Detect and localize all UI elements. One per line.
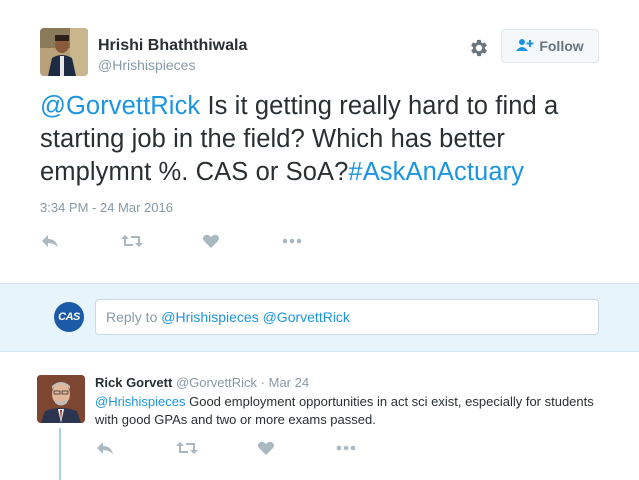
reply-text: @Hrishispieces Good employment opportuni… [95,393,615,429]
reply-date[interactable]: Mar 24 [269,375,309,390]
reply-more-icon[interactable] [335,440,356,456]
reply-retweet-icon[interactable] [176,440,198,456]
reply-input[interactable]: Reply to @Hrishispieces @GorvettRick [95,299,599,335]
gear-icon[interactable] [468,37,490,59]
more-icon[interactable] [281,233,302,249]
retweet-icon[interactable] [121,233,143,249]
follow-user-icon [516,38,534,55]
reply-like-icon[interactable] [257,440,277,456]
reply-separator: · [257,375,269,390]
author-avatar[interactable] [40,28,88,76]
follow-label: Follow [539,38,584,54]
reply-author-handle[interactable]: @GorvettRick [176,375,257,390]
follow-button[interactable]: Follow [501,29,599,63]
mention-link[interactable]: @GorvettRick [40,92,200,120]
reply-placeholder-prefix: Reply to [106,309,162,325]
thread-connector [59,428,61,480]
reply-reply-icon[interactable] [95,440,115,456]
cas-logo: CAS [54,302,84,332]
author-handle[interactable]: @Hrishispieces [98,57,195,73]
reply-icon[interactable] [40,233,60,249]
reply-author-avatar[interactable] [37,375,85,423]
tweet-timestamp[interactable]: 3:34 PM - 24 Mar 2016 [40,200,173,215]
like-icon[interactable] [202,233,222,249]
hashtag-link[interactable]: #AskAnActuary [348,158,524,186]
reply-placeholder-mentions: @Hrishispieces @GorvettRick [161,309,350,325]
reply-header: Rick Gorvett @GorvettRick · Mar 24 [95,375,309,390]
reply-mention-link[interactable]: @Hrishispieces [95,394,186,409]
tweet-text: @GorvettRick Is it getting really hard t… [40,90,610,189]
author-name[interactable]: Hrishi Bhaththiwala [98,37,247,55]
reply-author-name[interactable]: Rick Gorvett [95,375,172,390]
